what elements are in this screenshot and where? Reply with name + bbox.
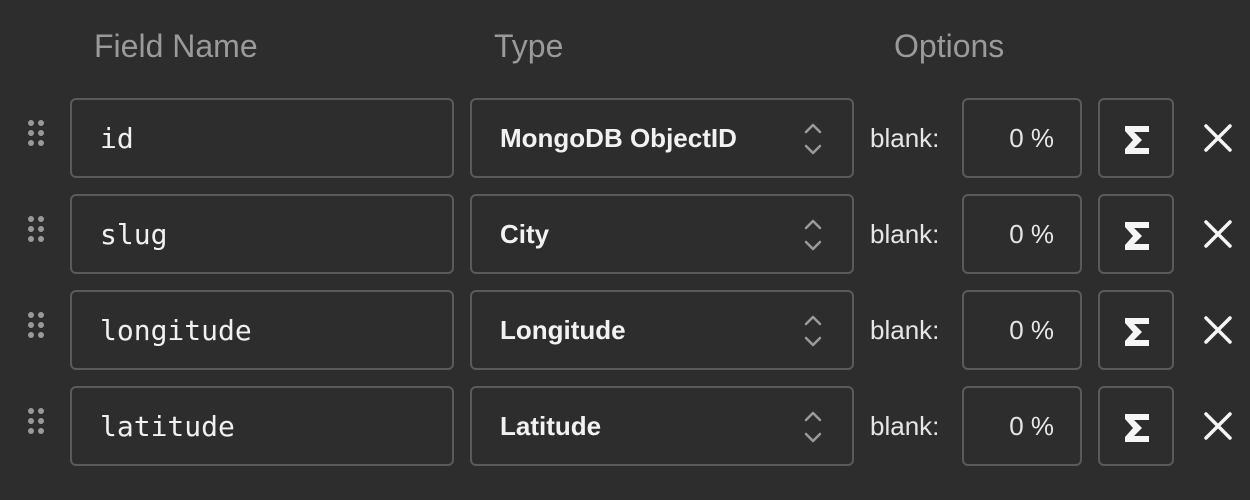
field-name-input[interactable] bbox=[70, 386, 454, 466]
type-select[interactable]: Longitude bbox=[470, 290, 854, 370]
close-icon[interactable] bbox=[1200, 312, 1236, 348]
field-row: Longitude blank: bbox=[0, 290, 1250, 370]
field-name-input[interactable] bbox=[70, 194, 454, 274]
formula-button[interactable] bbox=[1098, 290, 1174, 370]
formula-button[interactable] bbox=[1098, 386, 1174, 466]
type-select[interactable]: Latitude bbox=[470, 386, 854, 466]
blank-percent-input[interactable] bbox=[962, 194, 1082, 274]
blank-label: blank: bbox=[870, 123, 940, 153]
blank-label: blank: bbox=[870, 315, 940, 345]
drag-handle-icon[interactable] bbox=[26, 312, 50, 348]
field-row: City blank: bbox=[0, 194, 1250, 274]
sigma-icon bbox=[1125, 318, 1149, 346]
type-select-value: City bbox=[500, 219, 550, 249]
type-select-value: Latitude bbox=[500, 411, 602, 441]
formula-button[interactable] bbox=[1098, 98, 1174, 178]
field-name-header: Field Name bbox=[94, 28, 258, 64]
field-row: MongoDB ObjectID blank: bbox=[0, 98, 1250, 178]
options-header: Options bbox=[894, 28, 1005, 64]
drag-handle-icon[interactable] bbox=[26, 216, 50, 252]
schema-editor: Field Name Type Options MongoDB ObjectID… bbox=[0, 0, 1250, 500]
field-name-input[interactable] bbox=[70, 98, 454, 178]
close-icon[interactable] bbox=[1200, 216, 1236, 252]
formula-button[interactable] bbox=[1098, 194, 1174, 274]
sigma-icon bbox=[1125, 126, 1149, 154]
drag-handle-icon[interactable] bbox=[26, 408, 50, 444]
field-name-input[interactable] bbox=[70, 290, 454, 370]
field-row: Latitude blank: bbox=[0, 386, 1250, 466]
drag-handle-icon[interactable] bbox=[26, 120, 50, 156]
type-header: Type bbox=[494, 28, 564, 64]
type-select-value: Longitude bbox=[500, 315, 626, 345]
type-select[interactable]: MongoDB ObjectID bbox=[470, 98, 854, 178]
chevron-up-down-icon bbox=[804, 411, 822, 443]
sigma-icon bbox=[1125, 414, 1149, 442]
type-select[interactable]: City bbox=[470, 194, 854, 274]
chevron-up-down-icon bbox=[804, 219, 822, 251]
blank-label: blank: bbox=[870, 411, 940, 441]
chevron-up-down-icon bbox=[804, 123, 822, 155]
chevron-up-down-icon bbox=[804, 315, 822, 347]
column-headers: Field Name Type Options bbox=[0, 26, 1250, 66]
blank-percent-input[interactable] bbox=[962, 98, 1082, 178]
blank-percent-input[interactable] bbox=[962, 290, 1082, 370]
close-icon[interactable] bbox=[1200, 408, 1236, 444]
sigma-icon bbox=[1125, 222, 1149, 250]
type-select-value: MongoDB ObjectID bbox=[500, 123, 737, 153]
blank-percent-input[interactable] bbox=[962, 386, 1082, 466]
field-rows: MongoDB ObjectID blank: bbox=[0, 98, 1250, 482]
close-icon[interactable] bbox=[1200, 120, 1236, 156]
blank-label: blank: bbox=[870, 219, 940, 249]
